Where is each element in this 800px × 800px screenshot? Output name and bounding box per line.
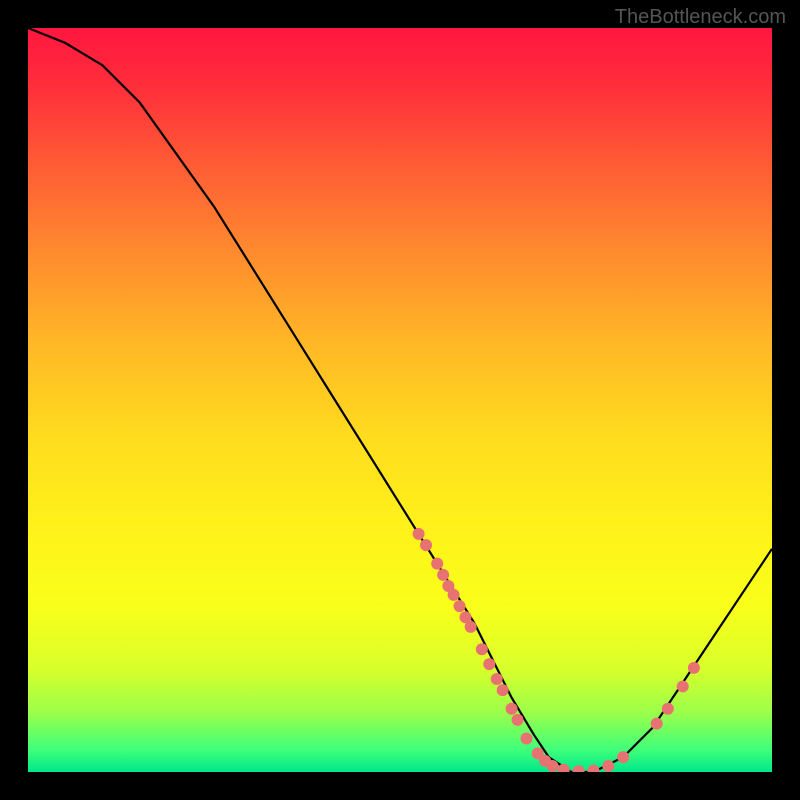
- data-point-marker: [491, 673, 503, 685]
- data-point-marker: [454, 600, 466, 612]
- data-point-marker: [448, 589, 460, 601]
- data-point-marker: [651, 718, 663, 730]
- data-point-marker: [420, 539, 432, 551]
- data-point-marker: [483, 658, 495, 670]
- data-point-marker: [573, 765, 585, 772]
- data-point-marker: [587, 765, 599, 772]
- data-point-marker: [520, 733, 532, 745]
- data-point-marker: [437, 569, 449, 581]
- data-point-marker: [497, 684, 509, 696]
- data-point-marker: [413, 528, 425, 540]
- data-point-marker: [506, 703, 518, 715]
- data-point-marker: [677, 680, 689, 692]
- data-point-marker: [431, 558, 443, 570]
- chart-svg: [28, 28, 772, 772]
- data-point-marker: [602, 760, 614, 772]
- data-point-marker: [688, 662, 700, 674]
- markers-group: [413, 528, 700, 772]
- data-point-marker: [512, 714, 524, 726]
- data-point-marker: [617, 751, 629, 763]
- data-point-marker: [662, 703, 674, 715]
- plot-area: [28, 28, 772, 772]
- data-point-marker: [547, 760, 559, 772]
- data-point-marker: [465, 621, 477, 633]
- data-point-marker: [476, 643, 488, 655]
- watermark-text: TheBottleneck.com: [615, 6, 786, 29]
- curve-line: [28, 28, 772, 772]
